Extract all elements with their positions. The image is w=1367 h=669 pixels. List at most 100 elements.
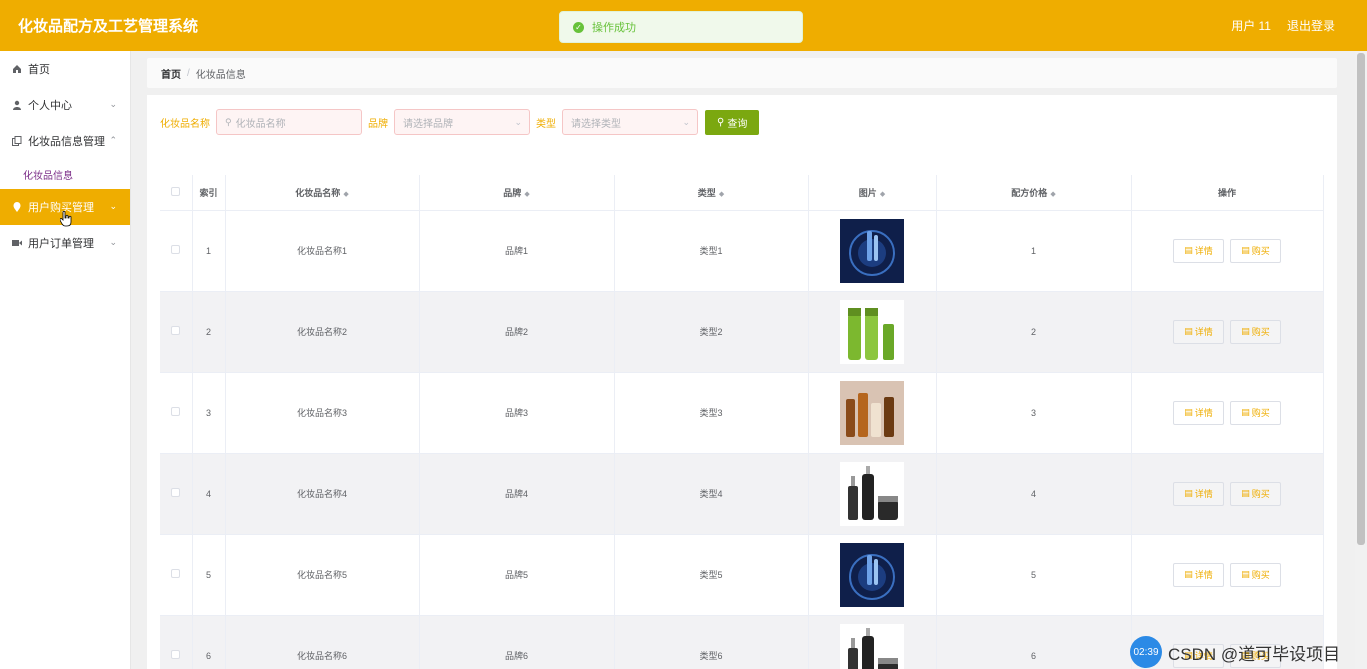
cell-price: 3 bbox=[936, 372, 1132, 454]
cell-actions: ▤ 详情 ▤ 购买 bbox=[1131, 453, 1324, 535]
column-header-name[interactable]: 化妆品名称 ◆ bbox=[225, 175, 420, 211]
cell-type: 类型2 bbox=[614, 291, 809, 373]
brand-select[interactable]: 请选择品牌 ⌄ bbox=[394, 109, 530, 135]
table-row: 1 化妆品名称1 品牌1 类型1 1 ▤ 详情 ▤ 购买 bbox=[160, 210, 1324, 292]
query-button[interactable]: ⚲ 查询 bbox=[705, 109, 760, 135]
chevron-down-icon: ⌄ bbox=[109, 99, 117, 109]
cell-name: 化妆品名称1 bbox=[225, 210, 420, 292]
cell-price: 5 bbox=[936, 534, 1132, 616]
cell-brand: 品牌5 bbox=[419, 534, 615, 616]
type-select[interactable]: 请选择类型 ⌄ bbox=[562, 109, 698, 135]
sidebar-item-label: 用户订单管理 bbox=[28, 238, 94, 250]
cell-index: 1 bbox=[192, 210, 226, 292]
chevron-down-icon: ⌄ bbox=[682, 116, 690, 127]
column-header-brand[interactable]: 品牌 ◆ bbox=[419, 175, 615, 211]
document-icon: ▤ bbox=[1184, 326, 1193, 336]
select-all-checkbox[interactable] bbox=[160, 175, 193, 211]
cell-image bbox=[808, 453, 937, 535]
document-icon: ▤ bbox=[1241, 326, 1250, 336]
cell-type: 类型3 bbox=[614, 372, 809, 454]
cell-brand: 品牌1 bbox=[419, 210, 615, 292]
scrollbar-thumb[interactable] bbox=[1357, 53, 1365, 545]
sidebar-item-order-management[interactable]: 用户订单管理 ⌄ bbox=[0, 225, 130, 261]
brand-label: 品牌 bbox=[368, 118, 388, 130]
sidebar-item-label: 化妆品信息管理 bbox=[28, 136, 105, 148]
brand-placeholder: 请选择品牌 bbox=[403, 118, 453, 130]
vertical-scrollbar[interactable] bbox=[1355, 51, 1367, 669]
document-icon: ▤ bbox=[1184, 407, 1193, 417]
sidebar-item-label: 个人中心 bbox=[28, 100, 72, 112]
product-image bbox=[840, 380, 904, 445]
buy-button[interactable]: ▤ 购买 bbox=[1230, 319, 1281, 344]
detail-button[interactable]: ▤ 详情 bbox=[1173, 319, 1224, 344]
sort-icon: ◆ bbox=[879, 190, 886, 198]
cell-image bbox=[808, 210, 937, 292]
sidebar-item-home[interactable]: 首页 bbox=[0, 51, 130, 87]
search-bar: 化妆品名称 ⚲ 化妆品名称 品牌 请选择品牌 ⌄ 类型 请选择类型 ⌄ ⚲ 查询 bbox=[160, 109, 760, 135]
hand-cursor-icon bbox=[59, 210, 72, 230]
buy-button[interactable]: ▤ 购买 bbox=[1230, 481, 1281, 506]
row-checkbox[interactable] bbox=[160, 372, 193, 454]
cell-index: 6 bbox=[192, 615, 226, 669]
cell-actions: ▤ 详情 ▤ 购买 bbox=[1131, 534, 1324, 616]
name-search-input[interactable]: ⚲ 化妆品名称 bbox=[216, 109, 362, 135]
column-header-image[interactable]: 图片 ◆ bbox=[808, 175, 937, 211]
column-header-price[interactable]: 配方价格 ◆ bbox=[936, 175, 1132, 211]
cell-image bbox=[808, 372, 937, 454]
user-icon bbox=[12, 100, 22, 110]
sidebar-subitem-cosmetics-info[interactable]: 化妆品信息 bbox=[0, 159, 130, 189]
cell-type: 类型5 bbox=[614, 534, 809, 616]
table-row: 3 化妆品名称3 品牌3 类型3 3 ▤ 详情 ▤ 购买 bbox=[160, 372, 1324, 454]
detail-button[interactable]: ▤ 详情 bbox=[1173, 481, 1224, 506]
buy-button[interactable]: ▤ 购买 bbox=[1230, 238, 1281, 263]
cell-index: 5 bbox=[192, 534, 226, 616]
table-row: 2 化妆品名称2 品牌2 类型2 2 ▤ 详情 ▤ 购买 bbox=[160, 291, 1324, 373]
cell-image bbox=[808, 615, 937, 669]
success-toast: ✓ 操作成功 bbox=[559, 11, 803, 43]
row-checkbox[interactable] bbox=[160, 615, 193, 669]
sort-icon: ◆ bbox=[718, 190, 725, 198]
cell-actions: ▤ 详情 ▤ 购买 bbox=[1131, 372, 1324, 454]
table-header-row: 索引 化妆品名称 ◆ 品牌 ◆ 类型 ◆ 图片 ◆ 配方价格 ◆ 操作 bbox=[160, 175, 1324, 211]
document-icon: ▤ bbox=[1241, 569, 1250, 579]
search-icon: ⚲ bbox=[717, 116, 725, 128]
cell-index: 4 bbox=[192, 453, 226, 535]
video-icon bbox=[12, 238, 22, 248]
detail-button[interactable]: ▤ 详情 bbox=[1173, 400, 1224, 425]
column-header-type[interactable]: 类型 ◆ bbox=[614, 175, 809, 211]
chevron-down-icon: ⌄ bbox=[514, 116, 522, 127]
row-checkbox[interactable] bbox=[160, 291, 193, 373]
detail-button[interactable]: ▤ 详情 bbox=[1173, 562, 1224, 587]
cell-actions: ▤ 详情 ▤ 购买 bbox=[1131, 210, 1324, 292]
sidebar-item-profile[interactable]: 个人中心 ⌄ bbox=[0, 87, 130, 123]
detail-button[interactable]: ▤ 详情 bbox=[1173, 238, 1224, 263]
sidebar-item-cosmetics-management[interactable]: 化妆品信息管理 ⌃ bbox=[0, 123, 130, 159]
breadcrumb-home[interactable]: 首页 bbox=[161, 66, 181, 81]
cell-price: 6 bbox=[936, 615, 1132, 669]
logout-link[interactable]: 退出登录 bbox=[1287, 17, 1335, 34]
row-checkbox[interactable] bbox=[160, 453, 193, 535]
cell-image bbox=[808, 534, 937, 616]
cell-price: 4 bbox=[936, 453, 1132, 535]
type-placeholder: 请选择类型 bbox=[571, 118, 621, 130]
document-icon: ▤ bbox=[1241, 407, 1250, 417]
watermark-text: CSDN @道可毕设项目 bbox=[1168, 644, 1341, 664]
copy-icon bbox=[12, 136, 22, 146]
breadcrumb-current: 化妆品信息 bbox=[195, 69, 246, 81]
column-header-actions: 操作 bbox=[1131, 175, 1324, 211]
row-checkbox[interactable] bbox=[160, 210, 193, 292]
cosmetics-table: 索引 化妆品名称 ◆ 品牌 ◆ 类型 ◆ 图片 ◆ 配方价格 ◆ 操作 1 化妆品名称1 品牌… bbox=[160, 175, 1324, 669]
row-checkbox[interactable] bbox=[160, 534, 193, 616]
cell-index: 3 bbox=[192, 372, 226, 454]
cell-image bbox=[808, 291, 937, 373]
toast-message: 操作成功 bbox=[592, 22, 636, 34]
buy-button[interactable]: ▤ 购买 bbox=[1230, 562, 1281, 587]
cell-brand: 品牌4 bbox=[419, 453, 615, 535]
document-icon: ▤ bbox=[1184, 488, 1193, 498]
product-image bbox=[840, 623, 904, 669]
table-row: 4 化妆品名称4 品牌4 类型4 4 ▤ 详情 ▤ 购买 bbox=[160, 453, 1324, 535]
cell-price: 1 bbox=[936, 210, 1132, 292]
name-placeholder: 化妆品名称 bbox=[235, 118, 286, 130]
chevron-down-icon: ⌄ bbox=[109, 201, 117, 211]
buy-button[interactable]: ▤ 购买 bbox=[1230, 400, 1281, 425]
